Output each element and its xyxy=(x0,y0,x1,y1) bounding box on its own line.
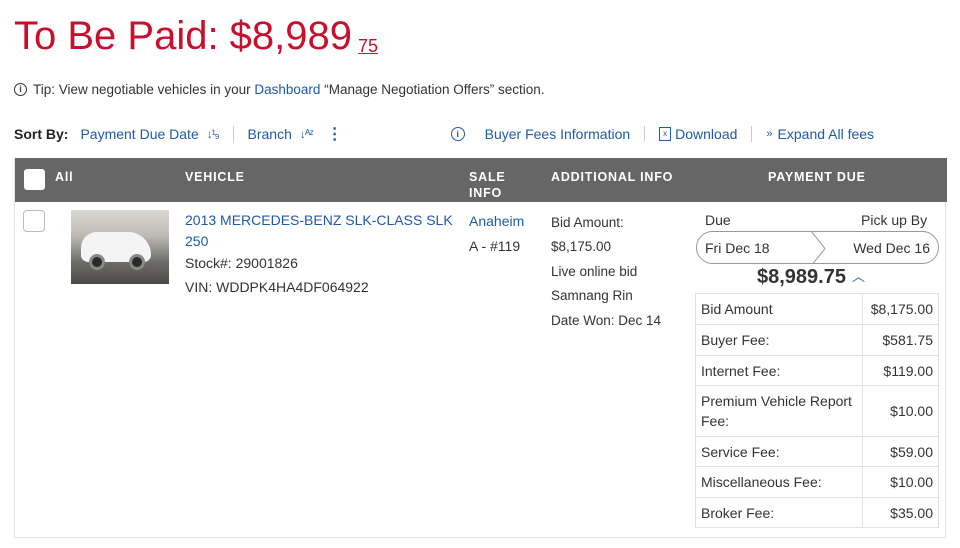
vehicle-vin: VIN: WDDPK4HA4DF064922 xyxy=(185,279,369,295)
row-checkbox[interactable] xyxy=(23,210,45,232)
fee-value: $8,175.00 xyxy=(862,293,939,325)
fee-label: Service Fee: xyxy=(695,436,863,467)
fees-table: Bid Amount $8,175.00 Buyer Fee: $581.75 … xyxy=(695,293,939,528)
additional-info-line: Date Won: Dec 14 xyxy=(551,313,662,328)
fee-label: Broker Fee: xyxy=(695,497,863,528)
tip-suffix: “Manage Negotiation Offers” section. xyxy=(324,82,545,97)
sort-payment-due-button[interactable]: Payment Due Date ↓¹₉ xyxy=(80,126,220,142)
payment-total-value: $8,989.75 xyxy=(757,266,846,288)
fee-value: $10.00 xyxy=(862,385,939,437)
header-additional-info: ADDITIONAL INFO xyxy=(551,170,674,184)
header-sale-info-2: INFO xyxy=(469,186,503,200)
vehicle-thumbnail[interactable] xyxy=(71,210,169,284)
fee-value: $10.00 xyxy=(862,466,939,498)
fee-label: Buyer Fee: xyxy=(695,324,863,356)
vehicle-stock: Stock#: 29001826 xyxy=(185,255,298,271)
header-vehicle: VEHICLE xyxy=(185,170,245,184)
sort-branch-button[interactable]: Branch ↓ᴬᶻ xyxy=(247,126,314,142)
dashboard-link[interactable]: Dashboard xyxy=(254,82,320,97)
buyer-fees-info-link[interactable]: Buyer Fees Information xyxy=(485,126,631,142)
sort-payment-due-label: Payment Due Date xyxy=(80,126,199,142)
pickup-date: Wed Dec 16 xyxy=(853,240,930,256)
tip-prefix: Tip: View negotiable vehicles in your xyxy=(33,82,251,97)
download-button[interactable]: x Download xyxy=(659,126,737,142)
divider xyxy=(751,126,753,142)
divider xyxy=(232,126,234,142)
toolbar: Sort By: Payment Due Date ↓¹₉ Branch ↓ᴬᶻ… xyxy=(14,124,950,144)
amount-cents: 75 xyxy=(358,36,379,56)
fee-label: Premium Vehicle Report Fee: xyxy=(695,385,863,437)
fee-row: Service Fee: $59.00 xyxy=(695,436,939,467)
fee-label: Miscellaneous Fee: xyxy=(695,466,863,498)
fee-row: Buyer Fee: $581.75 xyxy=(695,324,939,356)
info-circle-icon[interactable]: i xyxy=(450,127,465,141)
download-icon: x xyxy=(659,127,672,141)
sale-lot: A - #119 xyxy=(469,238,521,254)
fee-value: $59.00 xyxy=(862,436,939,467)
sort-by-label: Sort By: xyxy=(14,126,69,142)
fee-row: Broker Fee: $35.00 xyxy=(695,497,939,528)
date-range: Fri Dec 18 Wed Dec 16 xyxy=(696,231,939,264)
fee-row: Premium Vehicle Report Fee: $10.00 xyxy=(695,385,939,437)
additional-info-line: Bid Amount: xyxy=(551,215,624,230)
expand-chevrons-icon: » xyxy=(766,128,773,140)
fee-row: Internet Fee: $119.00 xyxy=(695,355,939,386)
expand-all-fees-button[interactable]: » Expand All fees xyxy=(766,126,874,142)
page-title: To Be Paid: $8,989 75 xyxy=(14,12,378,60)
sort-branch-label: Branch xyxy=(247,126,292,142)
additional-info-line: Samnang Rin xyxy=(551,288,633,303)
due-label: Due xyxy=(705,212,731,228)
pickup-label: Pick up By xyxy=(861,212,928,228)
sale-location-link[interactable]: Anaheim xyxy=(469,213,524,229)
additional-info-line: $8,175.00 xyxy=(551,239,612,254)
fee-row: Miscellaneous Fee: $10.00 xyxy=(695,466,939,498)
fee-value: $119.00 xyxy=(862,355,939,386)
info-circle-icon: i xyxy=(14,83,27,96)
header-all: All xyxy=(55,170,74,184)
table-header: All VEHICLE SALE INFO ADDITIONAL INFO PA… xyxy=(15,158,947,202)
select-all-checkbox[interactable] xyxy=(24,169,45,190)
fee-row: Bid Amount $8,175.00 xyxy=(695,293,939,325)
amount-to-pay: To Be Paid: $8,989 xyxy=(14,14,353,58)
download-label: Download xyxy=(675,126,738,142)
fee-label: Internet Fee: xyxy=(695,355,863,386)
header-sale-info-1: SALE xyxy=(469,170,506,184)
fee-value: $35.00 xyxy=(862,497,939,528)
more-vertical-icon[interactable]: ⋮ xyxy=(327,124,343,144)
fee-label: Bid Amount xyxy=(695,293,863,325)
sort-alpha-icon: ↓ᴬᶻ xyxy=(299,127,314,141)
divider xyxy=(644,126,646,142)
sort-numeric-icon: ↓¹₉ xyxy=(206,127,220,141)
fee-value: $581.75 xyxy=(862,324,939,356)
additional-info-line: Live online bid xyxy=(551,264,638,279)
chevron-up-icon[interactable]: ︿ xyxy=(852,269,865,284)
due-date: Fri Dec 18 xyxy=(705,240,770,256)
payments-table: All VEHICLE SALE INFO ADDITIONAL INFO PA… xyxy=(14,158,947,538)
header-payment-due: PAYMENT DUE xyxy=(768,170,866,184)
expand-all-fees-label: Expand All fees xyxy=(777,126,875,142)
tip-message: i Tip: View negotiable vehicles in your … xyxy=(14,82,545,97)
vehicle-title-link[interactable]: 2013 MERCEDES-BENZ SLK-CLASS SLK 250 xyxy=(185,210,455,252)
arrow-divider-icon xyxy=(811,232,826,263)
payment-total[interactable]: $8,989.75 ︿ xyxy=(757,266,865,289)
